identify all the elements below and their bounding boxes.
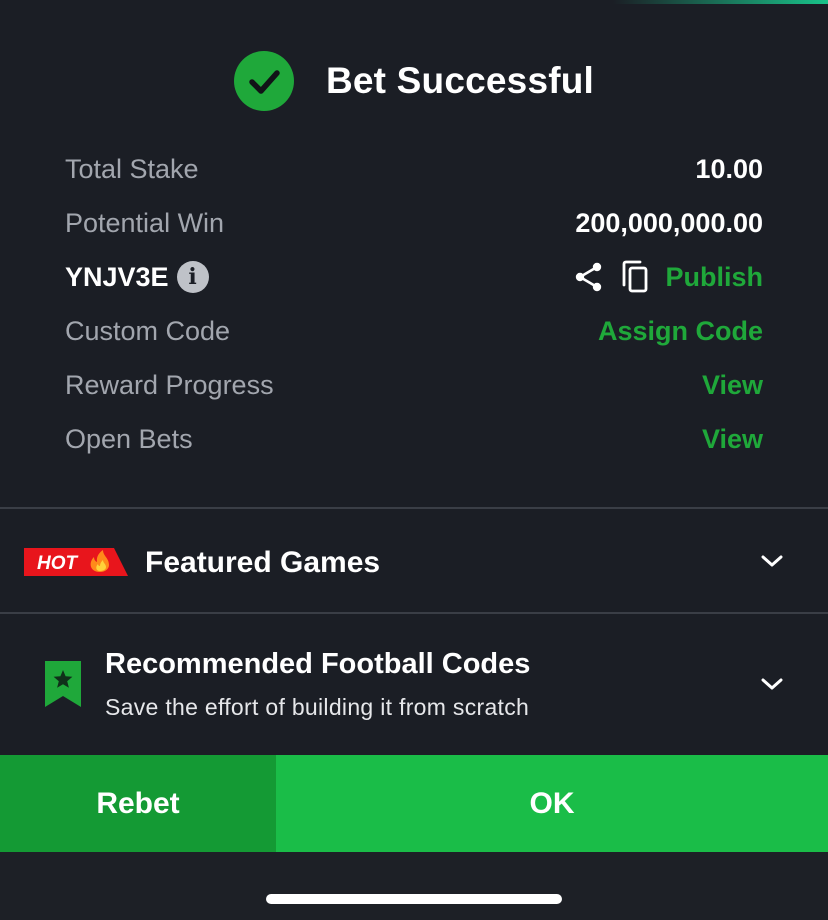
booking-code-text: YNJV3E: [65, 261, 169, 292]
code-actions: Publish: [573, 260, 763, 294]
copy-icon[interactable]: [619, 260, 651, 294]
top-accent-line: [0, 0, 828, 4]
publish-link[interactable]: Publish: [665, 262, 763, 293]
reward-progress-row: Reward Progress View: [65, 358, 763, 412]
page-title: Bet Successful: [325, 60, 595, 101]
reward-progress-label: Reward Progress: [65, 369, 274, 400]
success-header: Bet Successful: [0, 48, 828, 114]
check-icon: [233, 51, 294, 111]
bookmark-star-icon: [45, 661, 81, 707]
home-indicator[interactable]: [266, 894, 562, 904]
system-bottom-bar: [0, 852, 828, 920]
custom-code-label: Custom Code: [65, 315, 231, 346]
total-stake-label: Total Stake: [65, 153, 199, 184]
custom-code-row: Custom Code Assign Code: [65, 304, 763, 358]
bet-summary: Total Stake 10.00 Potential Win 200,000,…: [65, 142, 763, 466]
ok-button[interactable]: OK: [276, 755, 828, 852]
featured-games-title: Featured Games: [145, 546, 381, 579]
assign-code-link[interactable]: Assign Code: [598, 316, 763, 347]
recommended-codes-title: Recommended Football Codes: [105, 648, 531, 680]
open-bets-row: Open Bets View: [65, 412, 763, 466]
chevron-down-icon[interactable]: [760, 676, 784, 692]
share-icon[interactable]: [573, 260, 605, 294]
open-bets-label: Open Bets: [65, 423, 193, 454]
divider: [0, 507, 828, 509]
total-stake-value: 10.00: [695, 153, 763, 184]
booking-code: YNJV3E i: [65, 261, 209, 293]
hot-badge-text: HOT: [37, 553, 79, 574]
hot-badge: HOT: [24, 548, 128, 576]
action-buttons: Rebet OK: [0, 755, 828, 852]
booking-code-row: YNJV3E i Publish: [65, 250, 763, 304]
recommended-codes-section[interactable]: Recommended Football Codes Save the effo…: [0, 614, 828, 754]
chevron-down-icon[interactable]: [760, 553, 784, 569]
potential-win-row: Potential Win 200,000,000.00: [65, 196, 763, 250]
potential-win-value: 200,000,000.00: [575, 207, 763, 238]
open-bets-view-link[interactable]: View: [702, 424, 763, 455]
recommended-codes-subtitle: Save the effort of building it from scra…: [105, 694, 530, 720]
info-icon[interactable]: i: [176, 261, 209, 293]
potential-win-label: Potential Win: [65, 207, 225, 238]
reward-progress-view-link[interactable]: View: [702, 370, 763, 401]
total-stake-row: Total Stake 10.00: [65, 142, 763, 196]
featured-games-section[interactable]: HOT Featured Games: [0, 510, 828, 612]
rebet-button[interactable]: Rebet: [0, 755, 276, 852]
